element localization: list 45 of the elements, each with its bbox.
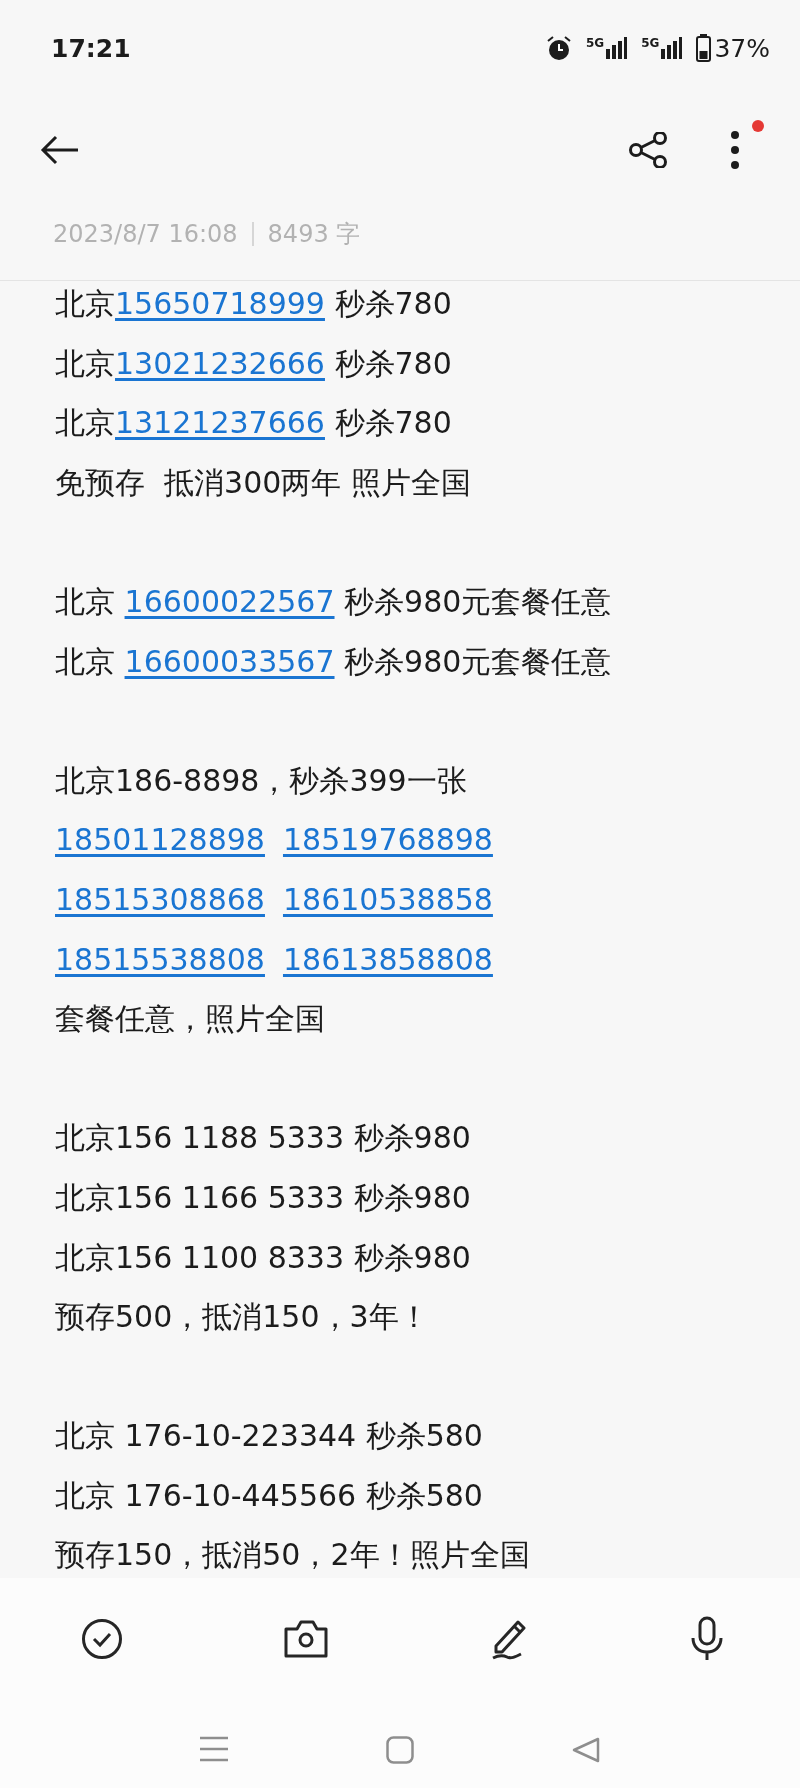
phone-link[interactable]: 18501128898: [55, 822, 265, 858]
alarm-clock-icon: [546, 35, 572, 61]
square-icon: [386, 1736, 414, 1764]
note-date: 2023/8/7 16:08: [53, 220, 238, 248]
back-arrow-icon: [40, 135, 80, 165]
battery-icon: [696, 34, 712, 62]
check-circle-icon: [81, 1618, 123, 1660]
notification-dot: [752, 120, 764, 132]
phone-link[interactable]: 18613858808: [282, 941, 493, 977]
menu-icon: [200, 1736, 228, 1762]
phone-link[interactable]: 18610538858: [282, 881, 493, 917]
note-line: 北京 16600033567 秒杀980元套餐任意: [55, 642, 612, 681]
battery-percentage: 37%: [714, 33, 770, 63]
microphone-icon: [690, 1616, 724, 1662]
note-line: 北京15650718999 秒杀780: [55, 285, 452, 323]
note-line: 北京156 1166 5333 秒杀980: [55, 1178, 471, 1217]
home-button[interactable]: [386, 1736, 414, 1764]
note-line: 北京 176-10-223344 秒杀580: [55, 1417, 483, 1456]
share-icon: [628, 132, 668, 168]
note-line: 免预存 抵消300两年 照片全国: [55, 463, 471, 502]
phone-link[interactable]: 18515538808: [55, 941, 265, 977]
note-line: 北京13121237666 秒杀780: [55, 404, 452, 443]
note-line: 北京156 1100 8333 秒杀980: [55, 1238, 471, 1277]
note-line: 北京13021232666 秒杀780: [55, 344, 452, 383]
phone-link[interactable]: 16600022567: [124, 583, 335, 619]
phone-link[interactable]: 13121237666: [115, 405, 325, 441]
phone-link[interactable]: 13021232666: [115, 345, 325, 381]
note-line: 北京 16600022567 秒杀980元套餐任意: [55, 582, 612, 621]
phone-link[interactable]: 15650718999: [115, 286, 325, 321]
note-line: 北京156 1188 5333 秒杀980: [55, 1119, 471, 1158]
note-line: 预存150，抵消50，2年！照片全国: [55, 1536, 530, 1575]
note-line: 北京186-8898，秒杀399一张: [55, 761, 467, 800]
note-line: 北京 176-10-445566 秒杀580: [55, 1476, 483, 1515]
note-line: 套餐任意，照片全国: [55, 1000, 325, 1039]
back-nav-button[interactable]: [572, 1736, 600, 1764]
clock-time: 17:21: [51, 33, 132, 63]
triangle-back-icon: [572, 1736, 600, 1764]
phone-link[interactable]: 18515308868: [55, 881, 265, 917]
phone-link[interactable]: 18519768898: [282, 822, 493, 858]
phone-link[interactable]: 16600033567: [124, 643, 335, 679]
camera-icon: [283, 1619, 330, 1659]
more-icon: [730, 130, 740, 170]
recent-apps-button[interactable]: [200, 1736, 228, 1762]
word-count: 8493 字: [267, 219, 361, 250]
note-line: 预存500，抵消150，3年！: [55, 1298, 429, 1337]
